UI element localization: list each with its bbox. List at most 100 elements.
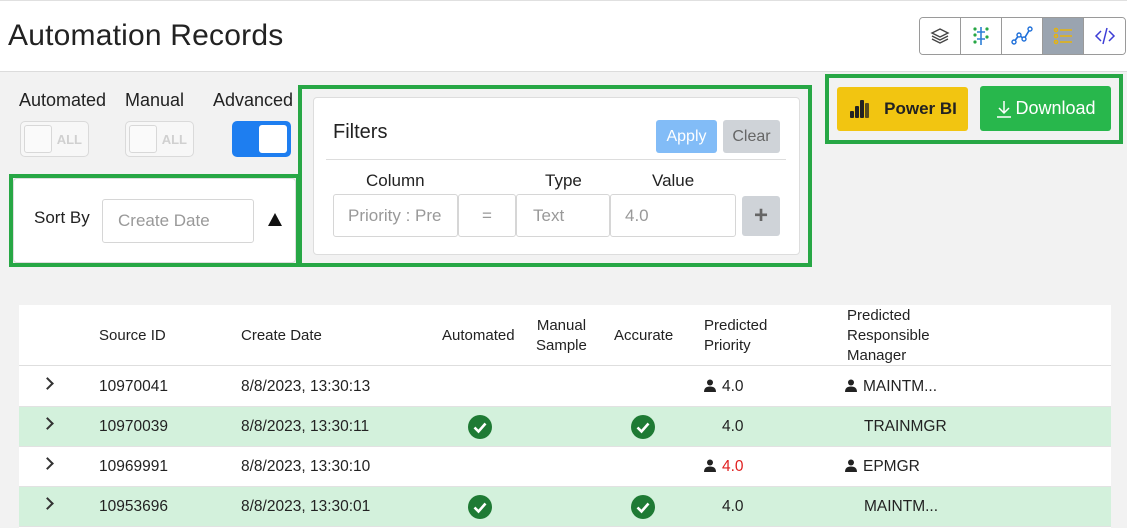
sort-label: Sort By	[34, 208, 90, 227]
advanced-label: Advanced	[213, 90, 294, 110]
priority-value: 4.0	[722, 458, 744, 475]
table-row[interactable]: 10969991 8/8/2023, 13:30:10 4.0 EPMGR	[19, 447, 1111, 487]
automated-toggle[interactable]: ALL	[20, 121, 89, 157]
sort-panel: Sort By	[13, 178, 296, 263]
header-manual-line2: Sample	[536, 337, 587, 354]
expand-chevron-icon[interactable]	[41, 497, 54, 510]
header-predicted-manager[interactable]: Predicted Responsible Manager	[847, 306, 930, 366]
toggle-badge: ALL	[161, 132, 187, 147]
header-priority-line1: Predicted	[704, 317, 768, 334]
person-icon	[704, 379, 716, 392]
header-manual-line1: Manual	[536, 317, 587, 334]
advanced-toggle[interactable]	[232, 121, 291, 157]
manual-toggle-group: Manual ALL	[125, 90, 194, 157]
cell-source-id: 10969991	[99, 458, 168, 475]
header-manual-sample[interactable]: Manual Sample	[536, 316, 587, 356]
cell-create-date: 8/8/2023, 13:30:13	[241, 378, 371, 395]
check-circle-icon	[468, 495, 492, 519]
filter-type-select[interactable]: Text	[516, 194, 610, 237]
code-icon	[1094, 27, 1115, 45]
automated-toggle-group: Automated ALL	[19, 90, 106, 157]
priority-value: 4.0	[722, 378, 744, 395]
cell-priority: 4.0	[704, 458, 744, 476]
trend-icon	[1011, 26, 1033, 45]
cell-manager: MAINTM...	[864, 498, 939, 515]
layers-icon	[930, 28, 950, 44]
header-source-id[interactable]: Source ID	[99, 326, 166, 346]
list-view-button[interactable]	[1043, 18, 1084, 54]
cell-priority: 4.0	[704, 378, 744, 396]
cell-source-id: 10970039	[99, 418, 168, 435]
person-icon	[845, 459, 857, 472]
filter-operator-select[interactable]: =	[458, 194, 516, 237]
header-manager-line2: Responsible	[847, 327, 930, 344]
manager-value: MAINTM...	[863, 378, 938, 395]
records-table: Source ID Create Date Automated Manual S…	[19, 305, 1111, 528]
list-icon	[1053, 27, 1072, 45]
powerbi-button[interactable]: Power BI	[837, 87, 968, 131]
expand-chevron-icon[interactable]	[41, 417, 54, 430]
clear-button[interactable]: Clear	[723, 120, 780, 153]
advanced-toggle-group: Advanced	[213, 90, 293, 157]
manual-toggle[interactable]: ALL	[125, 121, 194, 157]
cell-source-id: 10953696	[99, 498, 168, 515]
toggle-badge: ALL	[56, 132, 82, 147]
cell-create-date: 8/8/2023, 13:30:10	[241, 458, 371, 475]
add-filter-button[interactable]: +	[742, 196, 780, 236]
table-row[interactable]: 10953696 8/8/2023, 13:30:01 4.0 MAINTM..…	[19, 487, 1111, 527]
table-header: Source ID Create Date Automated Manual S…	[19, 305, 1111, 366]
cell-manager: MAINTM...	[845, 378, 937, 396]
code-view-button[interactable]	[1084, 18, 1125, 54]
page-title: Automation Records	[8, 19, 284, 52]
cell-create-date: 8/8/2023, 13:30:11	[241, 418, 370, 435]
download-icon	[997, 100, 1012, 118]
sort-direction-icon[interactable]	[268, 213, 282, 226]
sort-field-input[interactable]	[102, 199, 254, 243]
filter-column-select[interactable]: Priority : Pre	[333, 194, 458, 237]
header-automated[interactable]: Automated	[442, 326, 515, 346]
layers-view-button[interactable]	[920, 18, 961, 54]
column-header-column: Column	[366, 171, 425, 190]
trend-view-button[interactable]	[1002, 18, 1043, 54]
manual-label: Manual	[125, 90, 185, 110]
cell-source-id: 10970041	[99, 378, 168, 395]
download-label: Download	[1015, 98, 1096, 118]
toggle-knob	[259, 125, 287, 153]
toggle-knob	[24, 125, 52, 153]
header-create-date[interactable]: Create Date	[241, 326, 322, 346]
header-manager-line1: Predicted	[847, 307, 911, 324]
cell-manager: TRAINMGR	[864, 418, 947, 435]
table-row[interactable]: 10970039 8/8/2023, 13:30:11 4.0 TRAINMGR	[19, 407, 1111, 447]
person-icon	[704, 459, 716, 472]
header-priority-line2: Priority	[704, 337, 751, 354]
check-circle-icon	[631, 495, 655, 519]
check-circle-icon	[468, 415, 492, 439]
view-switcher	[919, 17, 1126, 55]
expand-chevron-icon[interactable]	[41, 457, 54, 470]
powerbi-icon	[850, 100, 870, 118]
manager-value: EPMGR	[863, 458, 920, 475]
filters-title: Filters	[333, 121, 388, 143]
toggle-knob	[129, 125, 157, 153]
tree-view-button[interactable]	[961, 18, 1002, 54]
column-header-type: Type	[545, 171, 582, 190]
table-row[interactable]: 10970041 8/8/2023, 13:30:13 4.0 MAINTM..…	[19, 367, 1111, 407]
expand-chevron-icon[interactable]	[41, 377, 54, 390]
cell-priority: 4.0	[722, 498, 744, 515]
header-manager-line3: Manager	[847, 347, 907, 364]
cell-create-date: 8/8/2023, 13:30:01	[241, 498, 371, 515]
cell-priority: 4.0	[722, 418, 744, 435]
header-accurate[interactable]: Accurate	[614, 326, 673, 346]
header-predicted-priority[interactable]: Predicted Priority	[704, 316, 767, 356]
apply-button[interactable]: Apply	[656, 120, 717, 153]
automated-label: Automated	[19, 90, 107, 110]
cell-manager: EPMGR	[845, 458, 920, 476]
person-icon	[845, 379, 857, 392]
check-circle-icon	[631, 415, 655, 439]
filter-value-input[interactable]: 4.0	[610, 194, 736, 237]
powerbi-label: Power BI	[884, 99, 957, 118]
divider	[326, 159, 786, 160]
download-button[interactable]: Download	[980, 86, 1111, 131]
column-header-value: Value	[652, 171, 695, 190]
filters-panel: Filters Apply Clear Column Type Value Pr…	[313, 97, 800, 255]
